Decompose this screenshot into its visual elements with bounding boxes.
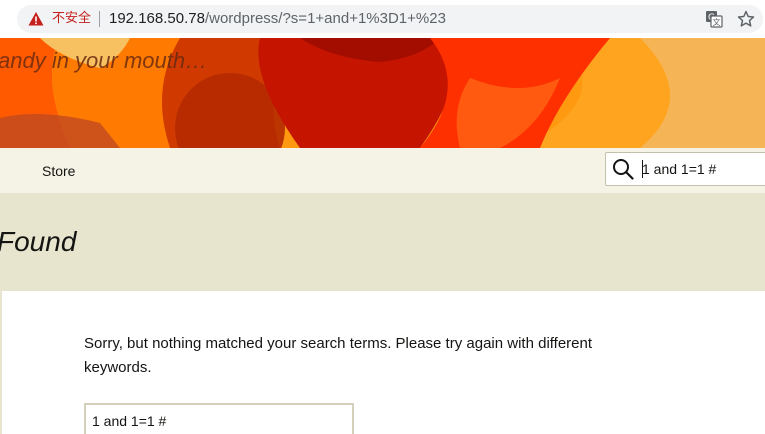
url-text[interactable]: 192.168.50.78/wordpress/?s=1+and+1%3D1+%… [109,10,446,28]
security-status-label[interactable]: 不安全 [52,11,91,27]
page-title: Found [0,226,77,257]
site-tagline: andy in your mouth… [0,48,208,73]
svg-text:文: 文 [713,17,721,27]
address-bar[interactable]: 不安全 192.168.50.78/wordpress/?s=1+and+1%3… [17,5,763,33]
url-path: /wordpress/?s=1+and+1%3D1+%23 [204,10,446,27]
no-results-message: Sorry, but nothing matched your search t… [84,335,593,376]
main-navigation: Store [0,148,765,193]
star-icon[interactable] [737,10,755,28]
left-edge-divider [0,291,2,434]
search-icon[interactable] [612,158,634,180]
page-content: Sorry, but nothing matched your search t… [0,291,765,434]
archive-header: Found [0,193,765,291]
header-search-input[interactable] [640,156,762,182]
omnibox-divider [99,11,100,27]
header-banner: andy in your mouth… [0,38,765,148]
text-cursor [642,160,643,178]
browser-toolbar: 不安全 192.168.50.78/wordpress/?s=1+and+1%3… [0,0,765,38]
page: 不安全 192.168.50.78/wordpress/?s=1+and+1%3… [0,0,765,434]
url-host: 192.168.50.78 [109,10,205,27]
translate-icon[interactable]: G 文 [705,10,723,28]
warning-triangle-icon[interactable] [28,11,44,27]
content-search-input[interactable] [92,411,332,431]
nav-item-store[interactable]: Store [42,163,75,179]
content-search-form[interactable] [84,403,354,434]
header-search-form[interactable] [605,152,765,186]
